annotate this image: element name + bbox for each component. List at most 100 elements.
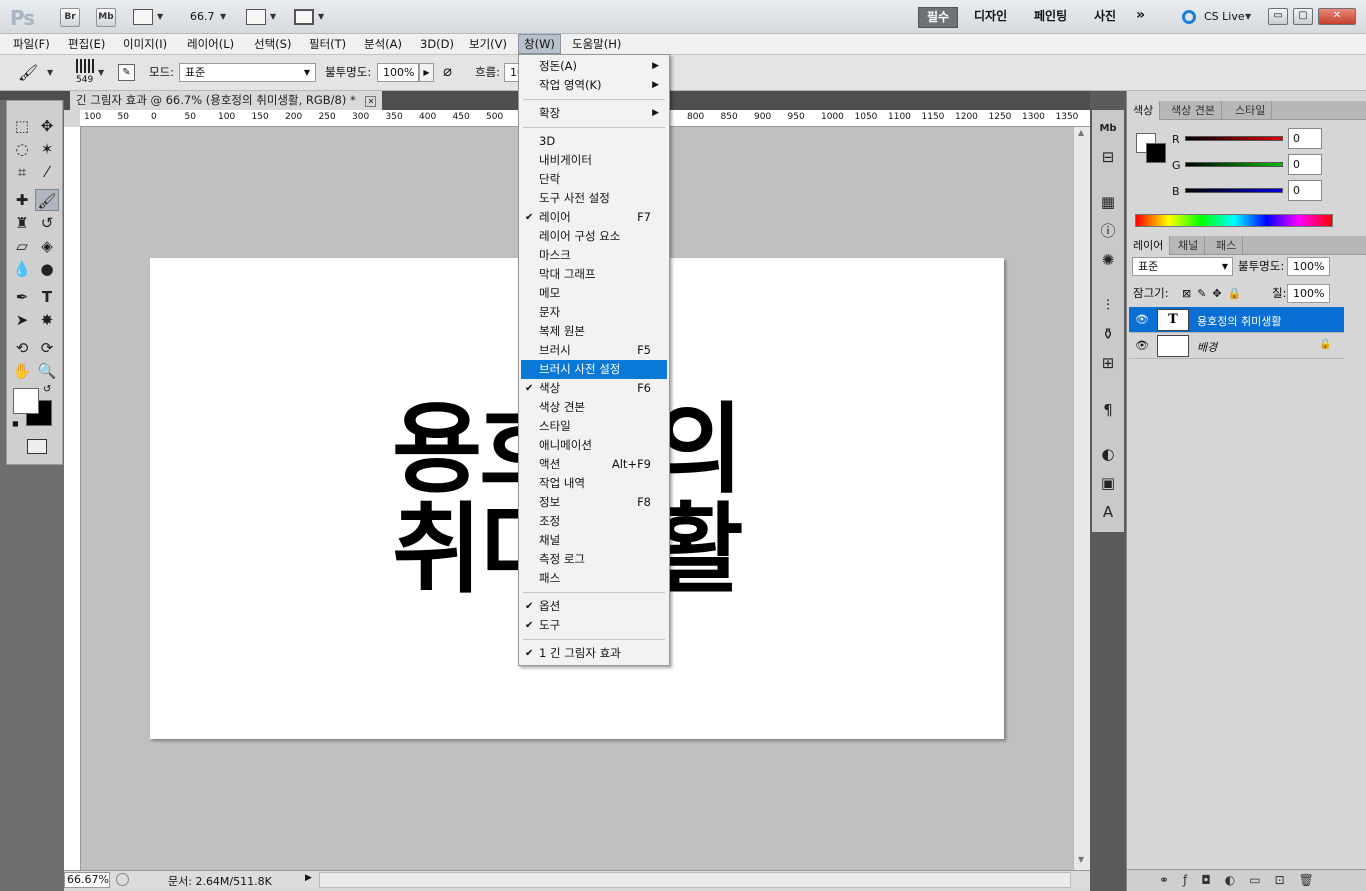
healing-brush-tool-icon[interactable]: ✚: [10, 189, 34, 211]
close-icon[interactable]: ✕: [365, 96, 377, 107]
tab-paths[interactable]: 패스: [1210, 236, 1244, 255]
extras-icon[interactable]: [133, 9, 153, 25]
layer-name[interactable]: 배경: [1197, 339, 1217, 355]
window-menu-item[interactable]: 막대 그래프: [521, 265, 667, 284]
visibility-eye-icon[interactable]: 👁: [1135, 313, 1149, 326]
tab-swatches[interactable]: 색상 견본: [1165, 101, 1222, 120]
more-workspaces-button[interactable]: »: [1128, 7, 1153, 28]
mini-bridge-icon[interactable]: Mb: [1092, 116, 1124, 142]
default-colors-icon[interactable]: ◼: [12, 419, 19, 428]
window-menu-item[interactable]: 스타일: [521, 417, 667, 436]
status-menu-arrow-icon[interactable]: ▶: [305, 873, 312, 883]
bridge-button[interactable]: Br: [60, 8, 80, 27]
pressure-opacity-icon[interactable]: ⌀: [443, 62, 452, 80]
red-slider[interactable]: [1185, 136, 1283, 141]
crop-tool-icon[interactable]: ⌗: [10, 161, 34, 183]
clone-stamp-tool-icon[interactable]: ♜: [10, 212, 34, 234]
menu-select[interactable]: 선택(S): [249, 34, 296, 54]
menu-edit[interactable]: 편집(E): [63, 34, 110, 54]
menu-3d[interactable]: 3D(D): [415, 34, 459, 54]
bg-color-swatch[interactable]: [1146, 143, 1166, 163]
blue-slider[interactable]: [1185, 188, 1283, 193]
hand-tool-icon[interactable]: ✋: [10, 360, 34, 382]
tab-layers[interactable]: 레이어: [1127, 236, 1171, 255]
window-menu-item[interactable]: 단락: [521, 170, 667, 189]
path-selection-tool-icon[interactable]: ➤: [10, 309, 34, 331]
brush-presets-icon[interactable]: ⫶: [1092, 292, 1124, 318]
window-menu-item[interactable]: 채널: [521, 531, 667, 550]
window-menu-item[interactable]: 브러시 사전 설정: [521, 360, 667, 379]
opacity-slider-arrow-icon[interactable]: ▶: [419, 63, 434, 82]
blue-input[interactable]: 0: [1288, 180, 1322, 201]
fill-input[interactable]: 100%: [1287, 284, 1330, 303]
brush-panel-toggle-icon[interactable]: ✎: [118, 64, 135, 81]
lock-icons[interactable]: ⊠✎✥🔒: [1182, 287, 1247, 300]
window-menu-item[interactable]: 패스: [521, 569, 667, 588]
green-slider[interactable]: [1185, 162, 1283, 167]
zoom-tool-icon[interactable]: 🔍: [35, 360, 59, 382]
clone-source-icon[interactable]: ⚱: [1092, 321, 1124, 347]
chevron-down-icon[interactable]: ▼: [98, 68, 104, 77]
visibility-eye-icon[interactable]: 👁: [1135, 339, 1149, 352]
chevron-down-icon[interactable]: ▼: [47, 68, 53, 77]
chevron-down-icon[interactable]: ▼: [1245, 12, 1251, 21]
info-icon[interactable]: ⓘ: [1092, 218, 1124, 244]
paragraph-icon[interactable]: ¶: [1092, 397, 1124, 423]
tab-styles[interactable]: 스타일: [1229, 101, 1273, 120]
history-brush-tool-icon[interactable]: ↺: [35, 212, 59, 234]
window-menu-item[interactable]: 문자: [521, 303, 667, 322]
window-menu-item[interactable]: ✔ 옵션: [521, 597, 667, 616]
menu-layer[interactable]: 레이어(L): [182, 34, 239, 54]
green-input[interactable]: 0: [1288, 154, 1322, 175]
scroll-up-icon[interactable]: ▲: [1078, 128, 1084, 137]
chevron-down-icon[interactable]: ▼: [318, 12, 324, 21]
horizontal-scrollbar[interactable]: [319, 872, 1071, 888]
window-menu-item[interactable]: 확장 ▶: [521, 104, 667, 123]
marquee-tool-icon[interactable]: ⬚: [10, 115, 34, 137]
window-menu-item[interactable]: 복제 원본: [521, 322, 667, 341]
arrange-documents-icon[interactable]: [246, 9, 266, 25]
menu-view[interactable]: 보기(V): [464, 34, 512, 54]
workspace-photography[interactable]: 사진: [1086, 7, 1124, 28]
character-icon[interactable]: A: [1092, 499, 1124, 525]
mode-select[interactable]: 표준 ▼: [179, 63, 316, 82]
window-menu-item[interactable]: 작업 영역(K) ▶: [521, 76, 667, 95]
layer-row[interactable]: 👁 배경 🔒: [1129, 333, 1344, 359]
layer-name[interactable]: 용호정의 취미생활: [1197, 313, 1281, 329]
window-menu-item[interactable]: 3D: [521, 132, 667, 151]
window-menu-item[interactable]: ✔ 레이어 F7: [521, 208, 667, 227]
close-button[interactable]: ✕: [1318, 8, 1356, 25]
layer-opacity-input[interactable]: 100%: [1287, 257, 1330, 276]
blur-tool-icon[interactable]: 💧: [10, 258, 34, 280]
window-menu-item[interactable]: 메모: [521, 284, 667, 303]
brush-tool-icon[interactable]: 🖌: [18, 63, 38, 82]
window-menu-item[interactable]: 애니메이션: [521, 436, 667, 455]
maximize-button[interactable]: ▢: [1293, 8, 1313, 25]
status-preview-icon[interactable]: [116, 873, 129, 886]
menu-filter[interactable]: 필터(T): [304, 34, 351, 54]
masks-icon[interactable]: ▣: [1092, 470, 1124, 496]
vertical-scrollbar[interactable]: ▲ ▼: [1073, 127, 1090, 871]
tab-channels[interactable]: 채널: [1172, 236, 1206, 255]
menu-analysis[interactable]: 분석(A): [359, 34, 407, 54]
dodge-tool-icon[interactable]: ●: [35, 258, 59, 280]
window-menu-item[interactable]: 정돈(A) ▶: [521, 57, 667, 76]
cs-live-button[interactable]: CS Live: [1204, 10, 1245, 23]
foreground-color-swatch[interactable]: [13, 388, 39, 414]
eyedropper-tool-icon[interactable]: ⁄: [35, 161, 59, 183]
window-menu-item[interactable]: 정보 F8: [521, 493, 667, 512]
layer-row[interactable]: 👁 T 용호정의 취미생활: [1129, 307, 1344, 333]
window-menu-item[interactable]: 브러시 F5: [521, 341, 667, 360]
mini-bridge-button[interactable]: Mb: [96, 8, 116, 27]
3d-rotate-tool-icon[interactable]: ⟲: [10, 337, 34, 359]
document-tab[interactable]: 긴 그림자 효과 @ 66.7% (용호정의 취미생활, RGB/8) * ✕: [70, 91, 383, 110]
swap-colors-icon[interactable]: ↺: [43, 384, 51, 395]
zoom-level[interactable]: 66.7: [190, 10, 215, 23]
window-menu-item[interactable]: 측정 로그: [521, 550, 667, 569]
menu-help[interactable]: 도움말(H): [567, 34, 626, 54]
eraser-tool-icon[interactable]: ▱: [10, 235, 34, 257]
magic-wand-tool-icon[interactable]: ✶: [35, 138, 59, 160]
window-menu-item[interactable]: 색상 견본: [521, 398, 667, 417]
lasso-tool-icon[interactable]: ◌: [10, 138, 34, 160]
opacity-input[interactable]: 100%: [377, 63, 419, 82]
